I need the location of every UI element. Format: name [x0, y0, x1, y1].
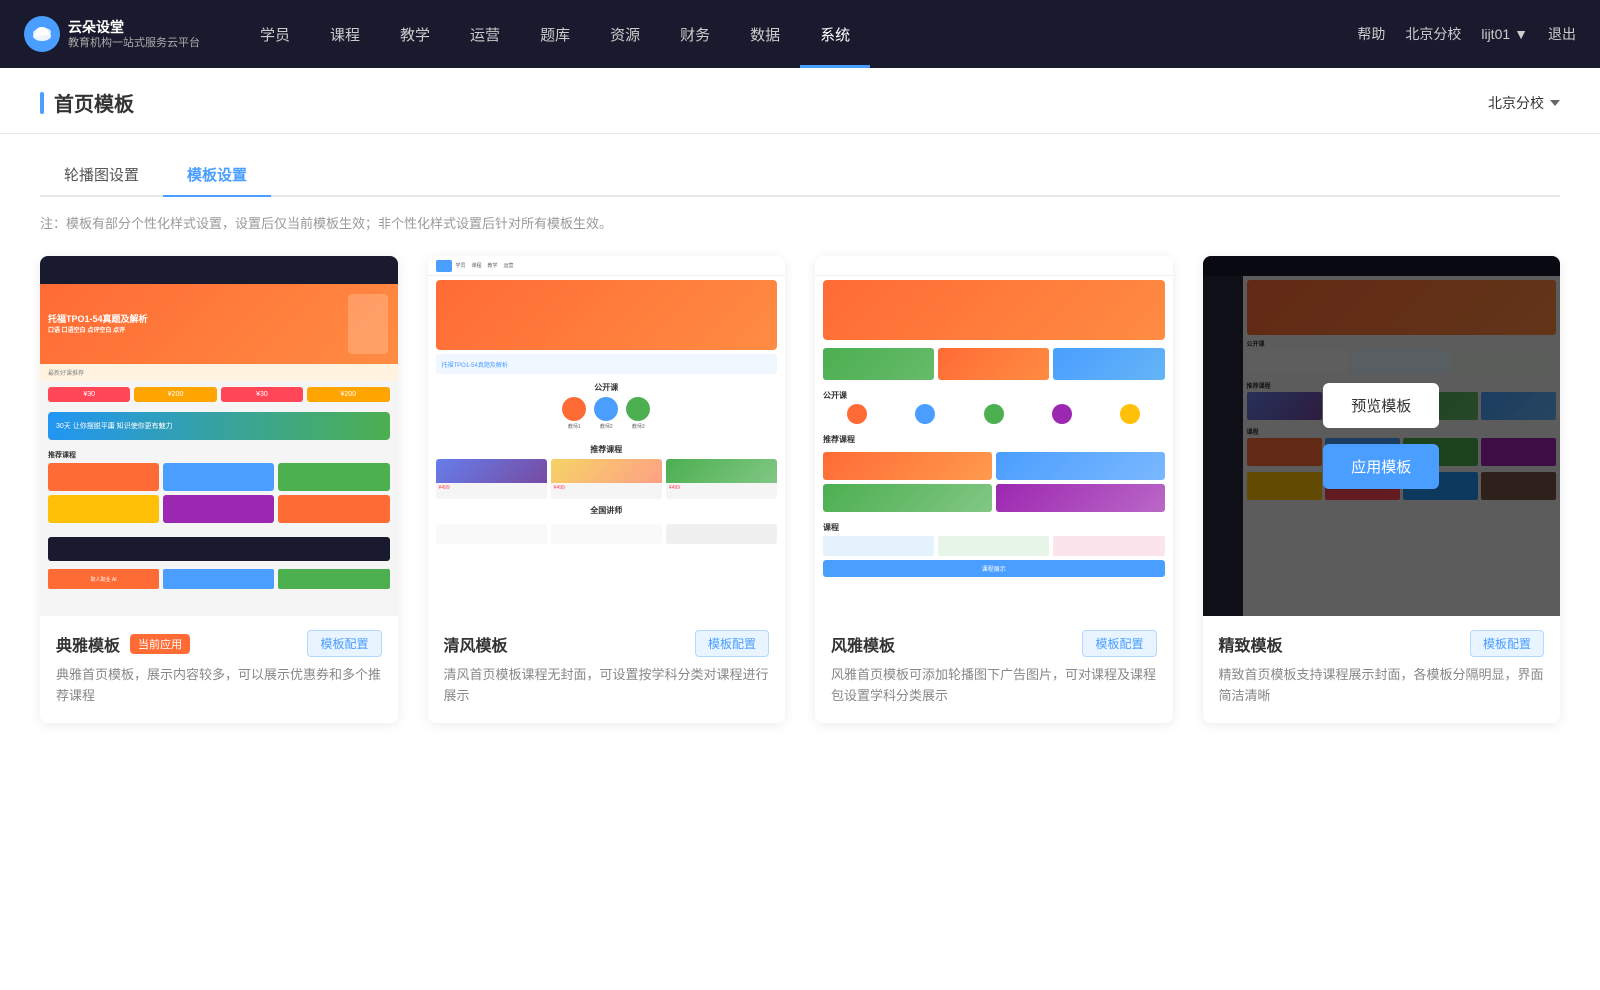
location-label[interactable]: 北京分校 — [1405, 24, 1461, 44]
nav-item-finance[interactable]: 财务 — [660, 0, 730, 68]
template-desc-1: 典雅首页模板，展示内容较多，可以展示优惠券和多个推荐课程 — [56, 665, 382, 707]
config-button-3[interactable]: 模板配置 — [1082, 630, 1156, 657]
page-title-bar — [40, 92, 44, 114]
config-button-2[interactable]: 模板配置 — [695, 630, 769, 657]
logo-icon — [24, 16, 60, 52]
tab-carousel[interactable]: 轮播图设置 — [40, 154, 163, 197]
template-title-row-1: 典雅模板 当前应用 模板配置 — [56, 630, 382, 657]
page-content: 首页模板 北京分校 轮播图设置 模板设置 注：模板有部分个性化样式设置，设置后仅… — [0, 68, 1600, 990]
template-name-1: 典雅模板 — [56, 632, 120, 656]
template-card-4: 公开课 推荐课程 — [1203, 256, 1561, 723]
template-name-3: 风雅模板 — [831, 632, 895, 656]
nav-item-questions[interactable]: 题库 — [520, 0, 590, 68]
logo-text: 云朵设堂 教育机构一站式服务云平台 — [68, 18, 200, 50]
template-card-1: 托福TPO1-54真题及解析 口语 口语空白 点评空白 点评 最新好课推荐 ¥3… — [40, 256, 398, 723]
template-desc-2: 清风首页模板课程无封面，可设置按学科分类对课程进行展示 — [444, 665, 770, 707]
help-link[interactable]: 帮助 — [1357, 24, 1385, 44]
template-footer-3: 风雅模板 模板配置 风雅首页模板可添加轮播图下广告图片，可对课程及课程包设置学科… — [815, 616, 1173, 723]
template-footer-4: 精致模板 模板配置 精致首页模板支持课程展示封面，各模板分隔明显，界面简洁清晰 — [1203, 616, 1561, 723]
template-footer-2: 清风模板 模板配置 清风首页模板课程无封面，可设置按学科分类对课程进行展示 — [428, 616, 786, 723]
template-desc-4: 精致首页模板支持课程展示封面，各模板分隔明显，界面简洁清晰 — [1219, 665, 1545, 707]
chevron-down-icon — [1550, 100, 1560, 106]
template-card-2: 学员 课程 教学 运营 托福TPO1-54真题及解析 公开课 — [428, 256, 786, 723]
nav-right: 帮助 北京分校 lijt01 ▼ 退出 — [1357, 24, 1576, 44]
config-button-4[interactable]: 模板配置 — [1470, 630, 1544, 657]
logo: 云朵设堂 教育机构一站式服务云平台 — [24, 16, 200, 52]
template-name-2: 清风模板 — [444, 632, 508, 656]
nav-item-system[interactable]: 系统 — [800, 0, 870, 68]
tabs-container: 轮播图设置 模板设置 — [0, 134, 1600, 197]
nav-item-operations[interactable]: 运营 — [450, 0, 520, 68]
apply-button-4[interactable]: 应用模板 — [1323, 444, 1439, 489]
nav-item-courses[interactable]: 课程 — [310, 0, 380, 68]
nav-item-data[interactable]: 数据 — [730, 0, 800, 68]
template-title-row-3: 风雅模板 模板配置 — [831, 630, 1157, 657]
config-button-1[interactable]: 模板配置 — [307, 630, 381, 657]
page-title: 首页模板 — [54, 88, 134, 117]
template-footer-1: 典雅模板 当前应用 模板配置 典雅首页模板，展示内容较多，可以展示优惠券和多个推… — [40, 616, 398, 723]
nav-item-resources[interactable]: 资源 — [590, 0, 660, 68]
templates-grid: 托福TPO1-54真题及解析 口语 口语空白 点评空白 点评 最新好课推荐 ¥3… — [0, 232, 1600, 763]
tabs: 轮播图设置 模板设置 — [40, 154, 1560, 197]
template-preview-1[interactable]: 托福TPO1-54真题及解析 口语 口语空白 点评空白 点评 最新好课推荐 ¥3… — [40, 256, 398, 616]
template-note: 注：模板有部分个性化样式设置，设置后仅当前模板生效；非个性化样式设置后针对所有模… — [0, 197, 1600, 232]
template-overlay-4: 预览模板 应用模板 — [1203, 256, 1561, 616]
nav-item-students[interactable]: 学员 — [240, 0, 310, 68]
page-location-selector[interactable]: 北京分校 — [1488, 93, 1560, 113]
template-name-4: 精致模板 — [1219, 632, 1283, 656]
nav-menu: 学员 课程 教学 运营 题库 资源 财务 数据 系统 — [240, 0, 1357, 68]
logout-link[interactable]: 退出 — [1548, 24, 1576, 44]
page-title-wrap: 首页模板 — [40, 88, 134, 117]
tab-template[interactable]: 模板设置 — [163, 154, 271, 197]
template-card-3: 公开课 推荐课程 课程 — [815, 256, 1173, 723]
page-header: 首页模板 北京分校 — [0, 68, 1600, 134]
preview-button-4[interactable]: 预览模板 — [1323, 383, 1439, 428]
navigation: 云朵设堂 教育机构一站式服务云平台 学员 课程 教学 运营 题库 资源 财务 数… — [0, 0, 1600, 68]
nav-item-teaching[interactable]: 教学 — [380, 0, 450, 68]
template-preview-3[interactable]: 公开课 推荐课程 课程 — [815, 256, 1173, 616]
user-menu[interactable]: lijt01 ▼ — [1481, 26, 1528, 42]
template-preview-2[interactable]: 学员 课程 教学 运营 托福TPO1-54真题及解析 公开课 — [428, 256, 786, 616]
current-badge-1: 当前应用 — [130, 634, 190, 654]
template-preview-4[interactable]: 公开课 推荐课程 — [1203, 256, 1561, 616]
template-title-row-4: 精致模板 模板配置 — [1219, 630, 1545, 657]
template-desc-3: 风雅首页模板可添加轮播图下广告图片，可对课程及课程包设置学科分类展示 — [831, 665, 1157, 707]
template-title-row-2: 清风模板 模板配置 — [444, 630, 770, 657]
